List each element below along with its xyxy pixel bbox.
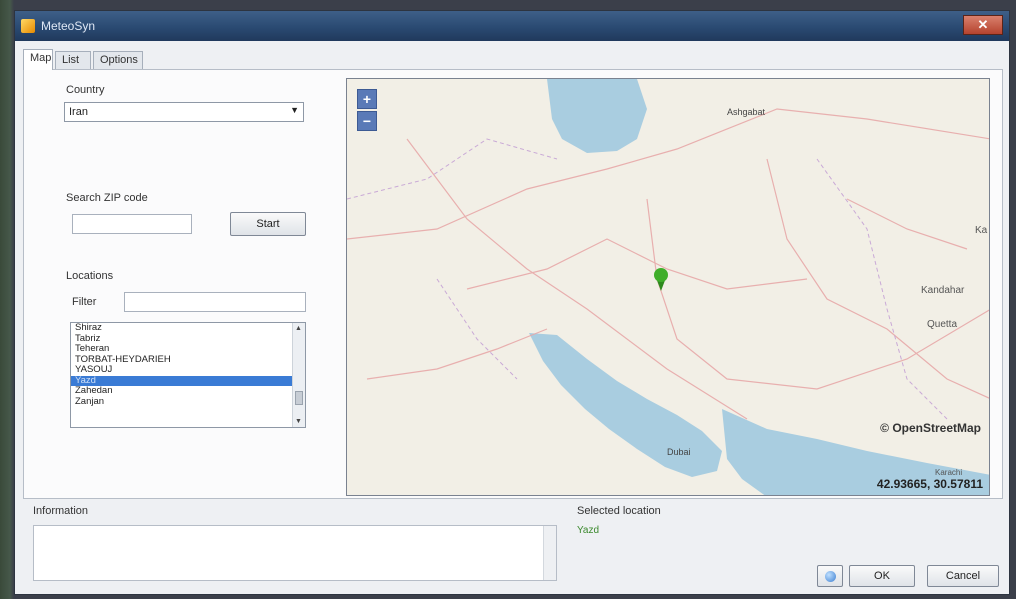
list-item[interactable]: Zanjan [71,396,305,408]
selected-location-label: Selected location [577,505,661,517]
selected-location-value: Yazd [577,525,600,536]
country-select[interactable]: Iran ▼ [64,102,304,122]
cancel-button[interactable]: Cancel [927,565,999,587]
scroll-up-icon[interactable]: ▲ [295,325,302,332]
filter-label: Filter [72,296,97,308]
map-label: Dubai [667,447,691,457]
information-label: Information [33,505,89,517]
map-label: Kandahar [921,285,965,296]
scroll-thumb[interactable] [295,391,303,405]
tab-map[interactable]: Map [23,49,53,70]
map-label: Quetta [927,319,957,330]
filter-input[interactable] [124,292,306,312]
start-button[interactable]: Start [230,212,306,236]
title-bar[interactable]: MeteoSyn ✕ [15,11,1009,41]
window-title: MeteoSyn [41,19,96,33]
zip-label: Search ZIP code [66,192,148,204]
scroll-down-icon[interactable]: ▼ [295,418,302,425]
map-view[interactable]: Ashgabat Kandahar Quetta Ka Dubai Karach… [346,78,990,496]
tab-options[interactable]: Options [93,51,143,69]
tab-list[interactable]: List [55,51,91,69]
information-textbox[interactable] [33,525,557,581]
map-tab-panel: Country Iran ▼ Search ZIP code Start Loc… [23,69,1003,499]
map-label: Ashgabat [727,107,766,117]
ok-button[interactable]: OK [849,565,915,587]
zoom-in-button[interactable]: + [357,89,377,109]
country-select-value: Iran [69,106,88,118]
information-scrollbar[interactable] [543,526,556,580]
locations-label: Locations [66,270,114,282]
country-label: Country [66,84,105,96]
list-item[interactable]: Zahedan [71,385,305,397]
map-label: Karachi [935,468,962,477]
chevron-down-icon: ▼ [290,105,299,115]
map-coordinates: 42.93665, 30.57811 [876,477,983,491]
map-label: Ka [975,225,988,236]
zoom-out-button[interactable]: − [357,111,377,131]
locations-listbox[interactable]: Shiraz Tabriz Teheran TORBAT-HEYDARIEH Y… [70,322,306,428]
list-item[interactable]: YASOUJ [71,364,305,376]
close-button[interactable]: ✕ [963,15,1003,35]
listbox-scrollbar[interactable]: ▲ ▼ [292,323,305,427]
list-item[interactable]: Teheran [71,343,305,355]
map-attribution: © OpenStreetMap [880,421,981,435]
list-item[interactable]: Shiraz [71,323,305,334]
globe-icon [825,571,836,582]
zip-input[interactable] [72,214,192,234]
meteosyn-window: MeteoSyn ✕ Map List Options Country Iran… [14,10,1010,595]
globe-button[interactable] [817,565,843,587]
app-icon [21,19,35,33]
